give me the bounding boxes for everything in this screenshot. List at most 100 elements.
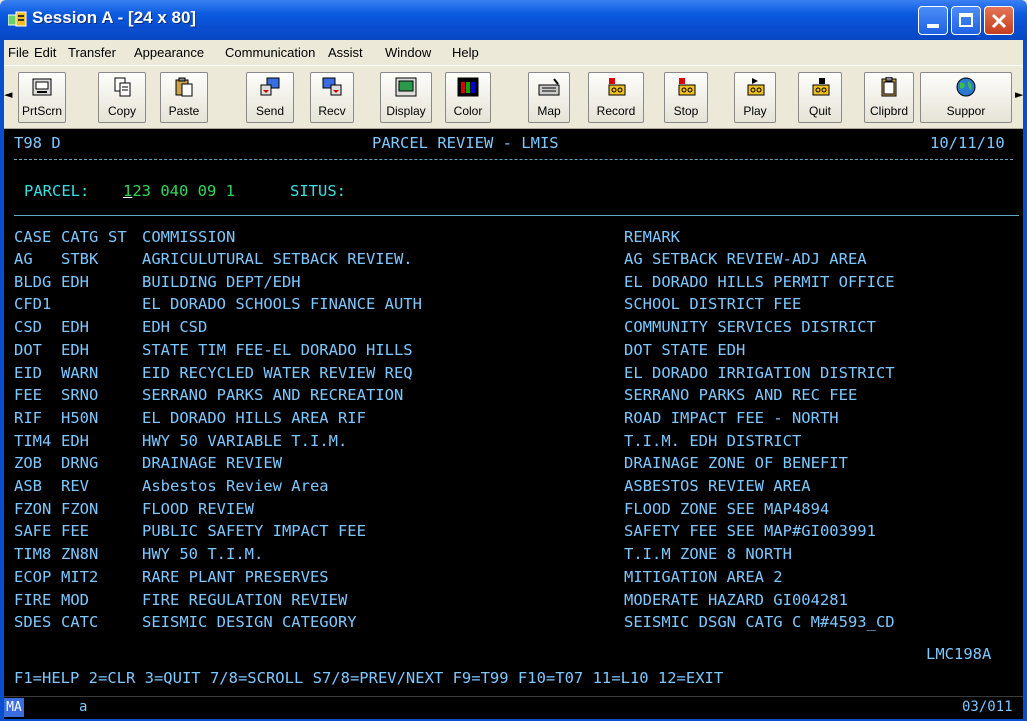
cell-catg: DRNG	[61, 454, 99, 473]
col-header-catg: CATG	[61, 228, 99, 246]
cell-remark: SAFETY FEE SEE MAP#GI003991	[624, 522, 876, 541]
col-header-case: CASE	[14, 228, 52, 246]
cell-commission: SEISMIC DESIGN CATEGORY	[142, 613, 357, 632]
record-button[interactable]: Record	[588, 72, 644, 123]
clipboard-icon	[881, 77, 897, 97]
paste-button[interactable]: Paste	[160, 72, 208, 123]
support-button[interactable]: Suppor	[920, 72, 1012, 123]
cell-case: ZOB	[14, 454, 42, 473]
cell-catg: SRNO	[61, 386, 99, 405]
cell-catg: FZON	[61, 499, 99, 518]
cell-catg: MOD	[61, 590, 89, 609]
cell-case: FIRE	[14, 590, 52, 609]
send-icon	[260, 77, 280, 96]
copy-button[interactable]: Copy	[98, 72, 146, 123]
cell-case: FEE	[14, 386, 42, 405]
cell-remark: AG SETBACK REVIEW-ADJ AREA	[624, 250, 867, 268]
toolbar: ◄ PrtScrn Copy Paste Send Recv Display C…	[0, 65, 1027, 129]
close-button[interactable]	[984, 6, 1014, 35]
menu-assist[interactable]: Assist	[328, 45, 363, 60]
cell-remark: COMMUNITY SERVICES DISTRICT	[624, 318, 876, 337]
cell-commission: STATE TIM FEE-EL DORADO HILLS	[142, 340, 413, 359]
cell-catg: EDH	[61, 272, 89, 291]
cell-case: ASB	[14, 477, 42, 495]
screen-date: 10/11/10	[930, 134, 1005, 152]
situs-label: SITUS:	[290, 182, 346, 200]
keyboard-map-icon	[538, 78, 560, 96]
menu-transfer[interactable]: Transfer	[68, 45, 116, 60]
function-key-legend: F1=HELP 2=CLR 3=QUIT 7/8=SCROLL S7/8=PRE…	[14, 669, 724, 687]
col-header-remark: REMARK	[624, 228, 680, 246]
screen-title: PARCEL REVIEW - LMIS	[372, 134, 559, 152]
header-divider	[14, 159, 1013, 160]
cursor-position: 03/011	[962, 699, 1013, 715]
terminal-screen[interactable]: T98 D PARCEL REVIEW - LMIS 10/11/10 PARC…	[4, 129, 1023, 696]
menu-edit[interactable]: Edit	[34, 45, 56, 60]
menu-appearance[interactable]: Appearance	[134, 45, 204, 60]
map-button[interactable]: Map	[528, 72, 570, 123]
cell-case: FZON	[14, 499, 52, 518]
menu-help[interactable]: Help	[452, 45, 479, 60]
cell-remark: EL DORADO HILLS PERMIT OFFICE	[624, 272, 895, 291]
cell-commission: FIRE REGULATION REVIEW	[142, 590, 348, 609]
program-id: LMC198A	[926, 645, 992, 663]
cell-case: ECOP	[14, 567, 52, 586]
minimize-button[interactable]	[918, 6, 948, 35]
maximize-button[interactable]	[951, 6, 981, 35]
menu-window[interactable]: Window	[385, 45, 431, 60]
receive-icon	[322, 77, 342, 96]
send-button[interactable]: Send	[246, 72, 294, 123]
cell-case: TIM4	[14, 431, 52, 450]
color-button[interactable]: Color	[445, 72, 491, 123]
cell-commission: AGRICULUTURAL SETBACK REVIEW.	[142, 250, 413, 268]
cell-commission: FLOOD REVIEW	[142, 499, 254, 518]
prtscrn-button[interactable]: PrtScrn	[18, 72, 66, 123]
play-button[interactable]: Play	[734, 72, 776, 123]
stop-button[interactable]: Stop	[664, 72, 708, 123]
screen-id: T98 D	[14, 134, 61, 152]
cell-remark: DOT STATE EDH	[624, 340, 746, 359]
cell-case: TIM8	[14, 545, 52, 564]
session-indicator: a	[79, 699, 88, 715]
cell-remark: MITIGATION AREA 2	[624, 567, 783, 586]
cell-commission: BUILDING DEPT/EDH	[142, 272, 301, 291]
cell-commission: RARE PLANT PRESERVES	[142, 567, 329, 586]
parcel-label: PARCEL:	[24, 182, 90, 200]
cell-catg: EDH	[61, 318, 89, 337]
quit-icon	[812, 78, 830, 96]
parcel-divider	[14, 215, 1019, 216]
col-header-commission: COMMISSION	[142, 228, 236, 246]
cell-catg: ZN8N	[61, 545, 99, 564]
status-bar: MA a 03/011	[4, 696, 1023, 719]
cell-catg: REV	[61, 477, 89, 495]
cell-case: RIF	[14, 408, 42, 427]
display-button[interactable]: Display	[380, 72, 432, 123]
cell-remark: MODERATE HAZARD GI004281	[624, 590, 848, 609]
support-globe-icon	[956, 77, 976, 97]
cell-remark: ASBESTOS REVIEW AREA	[624, 477, 811, 495]
cell-remark: SCHOOL DISTRICT FEE	[624, 295, 802, 314]
cell-commission: PUBLIC SAFETY IMPACT FEE	[142, 522, 366, 541]
cell-case: BLDG	[14, 272, 52, 291]
cell-commission: EL DORADO SCHOOLS FINANCE AUTH	[142, 295, 422, 314]
menu-file[interactable]: File	[8, 45, 29, 60]
title-bar[interactable]: Session A - [24 x 80]	[0, 0, 1027, 40]
cell-commission: EL DORADO HILLS AREA RIF	[142, 408, 366, 427]
parcel-number: 23 040 09 1	[132, 182, 235, 200]
toolbar-scroll-left-icon[interactable]: ◄	[4, 88, 12, 101]
cell-remark: SEISMIC DSGN CATG C M#4593_CD	[624, 613, 895, 632]
recv-button[interactable]: Recv	[310, 72, 354, 123]
cell-commission: EDH CSD	[142, 318, 208, 337]
parcel-input-field[interactable]: 123 040 09 1	[123, 181, 235, 201]
cell-catg: CATC	[61, 613, 99, 632]
cell-remark: T.I.M ZONE 8 NORTH	[624, 545, 792, 564]
cell-catg: H50N	[61, 408, 99, 427]
cell-remark: DRAINAGE ZONE OF BENEFIT	[624, 454, 848, 473]
clipbrd-button[interactable]: Clipbrd	[864, 72, 914, 123]
quit-button[interactable]: Quit	[798, 72, 842, 123]
menu-communication[interactable]: Communication	[225, 45, 315, 60]
menu-bar: File Edit Transfer Appearance Communicat…	[0, 40, 1027, 65]
cell-case: SDES	[14, 613, 52, 632]
app-terminal-icon	[7, 11, 28, 29]
cell-catg: WARN	[61, 363, 99, 382]
